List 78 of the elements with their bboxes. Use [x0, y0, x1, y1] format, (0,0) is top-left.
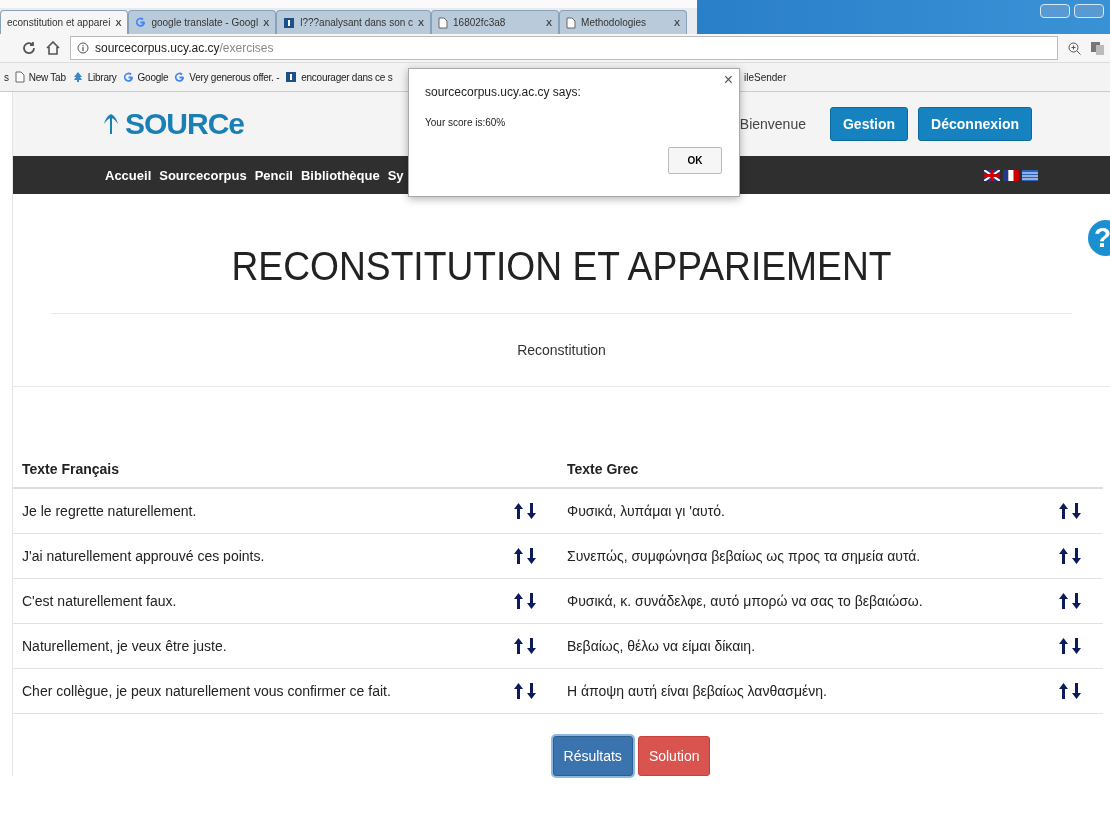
down-arrow-icon[interactable]: [1072, 593, 1081, 609]
google-icon: [174, 71, 186, 83]
up-arrow-icon[interactable]: [1059, 548, 1068, 564]
down-arrow-icon[interactable]: [527, 683, 536, 699]
action-button[interactable]: Résultats: [552, 736, 633, 776]
reload-icon[interactable]: [22, 41, 36, 55]
home-icon[interactable]: [46, 41, 60, 55]
page-icon: [438, 16, 449, 29]
bookmark[interactable]: Google: [122, 71, 169, 83]
sentence-row[interactable]: Naturellement, je veux être juste.: [13, 624, 558, 669]
tree-icon: [71, 71, 84, 83]
sentence-row[interactable]: Η άποψη αυτή είναι βεβαίως λανθασμένη.: [558, 669, 1103, 714]
down-arrow-icon[interactable]: [527, 548, 536, 564]
info-icon: [77, 42, 89, 54]
page-icon: [14, 71, 25, 83]
french-flag-icon[interactable]: [1003, 169, 1019, 181]
nav-link[interactable]: Pencil: [254, 167, 293, 183]
bookmark[interactable]: Very generous offer. -: [174, 71, 280, 83]
sentence-row[interactable]: Φυσικά, λυπάμαι γι 'αυτό.: [558, 489, 1103, 534]
sentence-row[interactable]: Φυσικά, κ. συνάδελφε, αυτό μπορώ να σας το βεβαιώσω.: [558, 579, 1103, 624]
book-icon: [283, 16, 296, 29]
down-arrow-icon[interactable]: [527, 503, 536, 519]
column-heading: Texte Grec: [567, 461, 639, 477]
section-title: Reconstitution: [517, 342, 606, 358]
header-button[interactable]: Gestion: [829, 107, 909, 141]
browser-tab[interactable]: l???analysant dans son c X: [276, 10, 432, 34]
sentence-row[interactable]: Cher collègue, je peux naturellement vous confirmer ce fait.: [13, 669, 558, 714]
greek-flag-icon[interactable]: [1022, 169, 1038, 181]
up-arrow-icon[interactable]: [1059, 638, 1068, 654]
up-arrow-icon[interactable]: [514, 503, 523, 519]
sentence-row[interactable]: Je le regrette naturellement.: [13, 489, 558, 534]
bookmark[interactable]: ileSender: [744, 71, 787, 83]
up-arrow-icon[interactable]: [514, 638, 523, 654]
up-arrow-icon[interactable]: [1059, 593, 1068, 609]
close-button[interactable]: ×: [723, 71, 733, 89]
sentence-row[interactable]: Συνεπώς, συμφώνησα βεβαίως ως προς τα σημεία αυτά.: [558, 534, 1103, 579]
up-arrow-icon[interactable]: [514, 593, 523, 609]
down-arrow-icon[interactable]: [527, 638, 536, 654]
down-arrow-icon[interactable]: [527, 593, 536, 609]
up-arrow-icon[interactable]: [514, 683, 523, 699]
bookmark[interactable]: encourager dans ce s: [285, 71, 393, 83]
nav-link[interactable]: Accueil: [105, 167, 152, 183]
down-arrow-icon[interactable]: [1072, 548, 1081, 564]
browser-tab[interactable]: 16802fc3a8 X: [431, 10, 560, 34]
header-button[interactable]: Déconnexion: [918, 107, 1032, 141]
action-button[interactable]: Solution: [637, 736, 711, 776]
book-icon: [285, 71, 298, 83]
google-icon: [135, 17, 147, 28]
bookmark[interactable]: s: [4, 71, 9, 83]
ok-button[interactable]: OK: [668, 147, 722, 174]
dialog-message: Your score is:60%: [425, 117, 507, 128]
nav-link[interactable]: Sourcecorpus: [159, 167, 247, 183]
down-arrow-icon[interactable]: [1072, 638, 1081, 654]
page-icon: [566, 16, 577, 29]
sentence-row[interactable]: J'ai naturellement approuvé ces points.: [13, 534, 558, 579]
site-logo[interactable]: SOURCe: [125, 107, 245, 141]
nav-link[interactable]: Sy: [387, 167, 404, 183]
help-button[interactable]: ?: [1088, 220, 1110, 256]
column-heading: Texte Français: [22, 461, 119, 477]
browser-tab[interactable]: google translate - Googl X: [128, 10, 277, 34]
bookmark[interactable]: New Tab: [14, 71, 66, 83]
down-arrow-icon[interactable]: [1072, 503, 1081, 519]
uk-flag-icon[interactable]: [984, 169, 1000, 181]
dialog-title: sourcecorpus.ucy.ac.cy says:: [425, 85, 582, 99]
down-arrow-icon[interactable]: [1072, 683, 1081, 699]
zoom-icon[interactable]: [1068, 41, 1081, 55]
up-arrow-icon[interactable]: [1059, 683, 1068, 699]
browser-tab[interactable]: Methodologies X: [559, 10, 688, 34]
sentence-row[interactable]: Βεβαίως, θέλω να είμαι δίκαιη.: [558, 624, 1103, 669]
greeting-text: Bienvenue: [739, 116, 806, 132]
address-field[interactable]: sourcecorpus.ucy.ac.cy/exercises: [70, 36, 1058, 60]
up-arrow-icon[interactable]: [1059, 503, 1068, 519]
sentence-row[interactable]: C'est naturellement faux.: [13, 579, 558, 624]
google-icon: [122, 71, 134, 83]
up-arrow-icon[interactable]: [514, 548, 523, 564]
nav-link[interactable]: Bibliothèque: [300, 167, 380, 183]
browser-tab[interactable]: econstitution et apparei X: [0, 10, 129, 34]
bookmark[interactable]: Library: [71, 71, 117, 83]
